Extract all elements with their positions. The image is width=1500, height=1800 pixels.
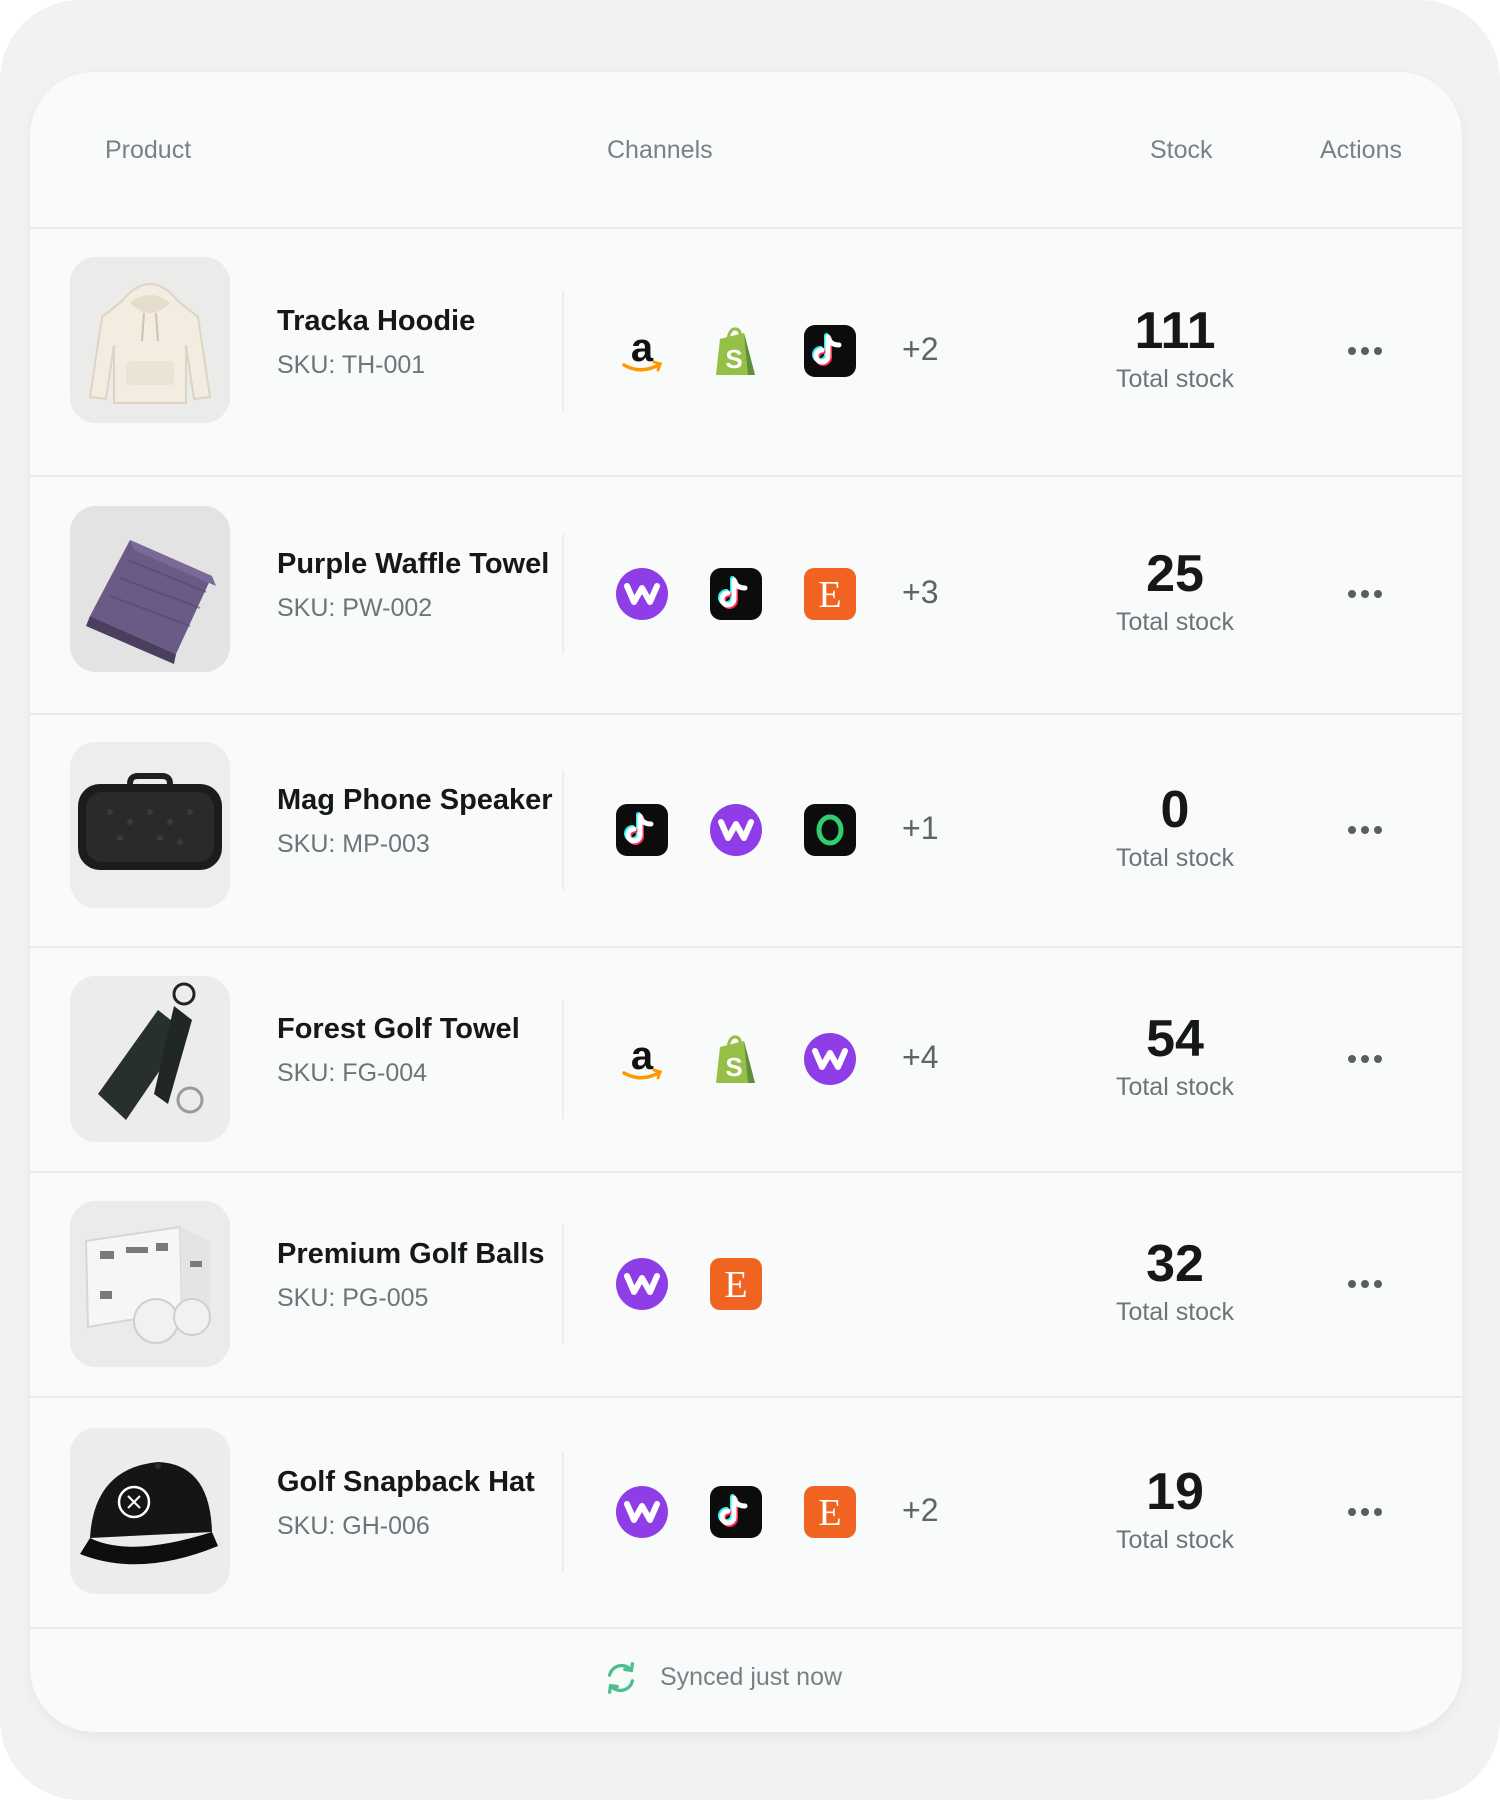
amazon-icon[interactable]: a — [614, 323, 670, 379]
table-row[interactable]: Golf Snapback Hat SKU: GH-006 E +2 19 Total… — [30, 1396, 1462, 1627]
product-sku: SKU: MP-003 — [277, 829, 430, 858]
column-header-channels[interactable]: Channels — [607, 136, 713, 165]
more-channels-badge[interactable]: +2 — [902, 1492, 938, 1529]
column-header-stock[interactable]: Stock — [1150, 136, 1213, 165]
stock-count: 111 — [1134, 302, 1216, 360]
golf-balls-image — [70, 1201, 230, 1367]
row-divider — [562, 998, 564, 1119]
table-row[interactable]: Forest Golf Towel SKU: FG-004 a S +4 54 Tota… — [30, 946, 1462, 1173]
svg-text:S: S — [725, 1052, 742, 1082]
hoodie-image — [70, 257, 230, 423]
stock-cell: 54 Total stock — [1060, 1011, 1290, 1102]
etsy-icon[interactable]: E — [802, 566, 858, 622]
more-actions-icon[interactable] — [1340, 823, 1390, 837]
column-header-actions: Actions — [1320, 136, 1402, 164]
hat-image — [70, 1428, 230, 1594]
more-channels-badge[interactable]: +1 — [902, 810, 938, 847]
product-name[interactable]: Premium Golf Balls — [277, 1238, 545, 1271]
row-divider — [562, 534, 564, 654]
table-row[interactable]: Tracka Hoodie SKU: TH-001 a S +2 111 Total s… — [30, 227, 1462, 477]
svg-text:E: E — [724, 1264, 747, 1306]
sync-status-text: Synced just now — [660, 1663, 843, 1691]
svg-text:S: S — [725, 344, 742, 374]
stock-label: Total stock — [1115, 1072, 1235, 1101]
svg-text:E: E — [818, 1492, 841, 1534]
svg-text:a: a — [631, 1034, 654, 1078]
shopify-icon[interactable]: S — [708, 323, 764, 379]
o-icon[interactable] — [802, 802, 858, 858]
etsy-icon[interactable]: E — [708, 1256, 764, 1312]
more-actions-icon[interactable] — [1340, 344, 1390, 358]
product-name[interactable]: Purple Waffle Towel — [277, 548, 549, 581]
product-sku: SKU: FG-004 — [277, 1058, 428, 1087]
more-actions-icon[interactable] — [1340, 1277, 1390, 1291]
stock-label: Total stock — [1115, 1525, 1235, 1554]
row-divider — [562, 291, 564, 411]
table-row[interactable]: Premium Golf Balls SKU: PG-005 E 32 Total … — [30, 1171, 1462, 1398]
more-channels-badge[interactable]: +3 — [902, 574, 938, 611]
svg-text:E: E — [818, 574, 841, 616]
amazon-icon[interactable]: a — [614, 1031, 670, 1087]
walmart-icon[interactable] — [614, 566, 670, 622]
sync-status-bar: Synced just now — [30, 1627, 1462, 1732]
stock-count: 0 — [1160, 780, 1190, 839]
table-row[interactable]: Purple Waffle Towel SKU: PW-002 E +3 25 Tot… — [30, 475, 1462, 715]
tiktok-icon[interactable] — [708, 566, 764, 622]
table-row[interactable]: Mag Phone Speaker SKU: MP-003 +1 0 Total s… — [30, 713, 1462, 948]
more-channels-badge[interactable]: +4 — [902, 1039, 938, 1076]
golf-towel-image — [70, 976, 230, 1142]
svg-text:a: a — [631, 326, 654, 370]
stock-cell: 32 Total stock — [1060, 1236, 1290, 1327]
product-name[interactable]: Mag Phone Speaker — [277, 784, 553, 817]
product-sku: SKU: PG-005 — [277, 1283, 429, 1312]
walmart-icon[interactable] — [614, 1256, 670, 1312]
stock-label: Total stock — [1115, 608, 1235, 636]
stock-count: 54 — [1146, 1009, 1204, 1068]
more-actions-icon[interactable] — [1340, 1052, 1390, 1066]
product-name[interactable]: Forest Golf Towel — [277, 1013, 520, 1046]
walmart-icon[interactable] — [708, 802, 764, 858]
stock-cell: 19 Total stock — [1060, 1464, 1290, 1555]
tiktok-icon[interactable] — [614, 802, 670, 858]
product-name[interactable]: Tracka Hoodie — [277, 305, 475, 338]
etsy-icon[interactable]: E — [802, 1484, 858, 1540]
stock-count: 19 — [1146, 1462, 1204, 1521]
row-divider — [562, 769, 564, 890]
towel-image — [70, 506, 230, 672]
stock-label: Total stock — [1115, 365, 1235, 393]
stock-cell: 111 Total stock — [1060, 303, 1290, 394]
product-sku: SKU: GH-006 — [277, 1511, 430, 1540]
stock-count: 32 — [1146, 1234, 1204, 1293]
row-divider — [562, 1451, 564, 1572]
tiktok-icon[interactable] — [708, 1484, 764, 1540]
product-name[interactable]: Golf Snapback Hat — [277, 1466, 535, 1499]
more-actions-icon[interactable] — [1340, 587, 1390, 601]
walmart-icon[interactable] — [614, 1484, 670, 1540]
tiktok-icon[interactable] — [802, 323, 858, 379]
stock-count: 25 — [1146, 545, 1204, 603]
product-sku: SKU: TH-001 — [277, 351, 426, 379]
row-divider — [562, 1223, 564, 1344]
shopify-icon[interactable]: S — [708, 1031, 764, 1087]
sync-icon[interactable] — [602, 1659, 640, 1697]
more-actions-icon[interactable] — [1340, 1505, 1390, 1519]
product-table-card: Product Channels Stock Actions Tracka Ho… — [30, 72, 1462, 1732]
more-channels-badge[interactable]: +2 — [902, 331, 938, 368]
product-sku: SKU: PW-002 — [277, 594, 433, 622]
stock-cell: 25 Total stock — [1060, 546, 1290, 637]
column-header-product[interactable]: Product — [105, 136, 191, 165]
speaker-image — [70, 742, 230, 908]
stock-cell: 0 Total stock — [1060, 782, 1290, 873]
stock-label: Total stock — [1115, 1297, 1235, 1326]
stock-label: Total stock — [1115, 843, 1235, 872]
table-header: Product Channels Stock Actions — [30, 72, 1462, 229]
walmart-icon[interactable] — [802, 1031, 858, 1087]
